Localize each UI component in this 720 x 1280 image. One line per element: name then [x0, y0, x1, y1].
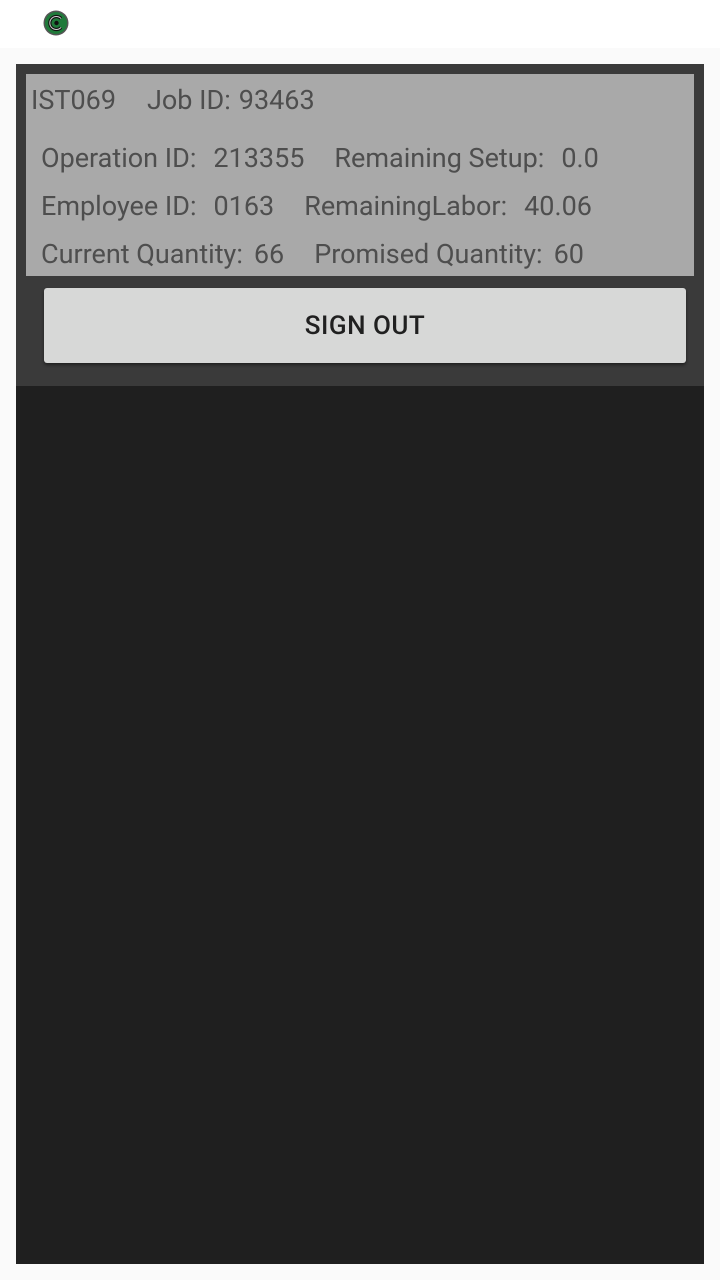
current-quantity-label: Current Quantity: — [41, 238, 243, 270]
operation-row: Operation ID: 213355 Remaining Setup: 0.… — [41, 142, 599, 174]
operation-id-label: Operation ID: — [41, 142, 197, 174]
remaining-setup-value: 0.0 — [561, 142, 599, 174]
job-id-label: Job ID: — [147, 84, 231, 116]
job-header-panel: IST069 Job ID: 93463 Operation ID: 21335… — [16, 64, 704, 386]
machine-id: IST069 — [31, 84, 117, 116]
top-bar — [0, 0, 720, 48]
employee-id-value: 0163 — [213, 190, 275, 222]
main-container: IST069 Job ID: 93463 Operation ID: 21335… — [16, 64, 704, 1264]
promised-quantity-value: 60 — [553, 238, 584, 270]
content-area — [16, 386, 704, 1264]
remaining-labor-label: RemainingLabor: — [304, 190, 508, 222]
sign-out-button[interactable]: SIGN OUT — [44, 288, 686, 363]
machine-job-row: IST069 Job ID: 93463 — [31, 84, 315, 116]
promised-quantity-label: Promised Quantity: — [314, 238, 543, 270]
current-quantity-value: 66 — [253, 238, 285, 270]
remaining-labor-value: 40.06 — [524, 190, 592, 222]
employee-id-label: Employee ID: — [41, 190, 197, 222]
job-info-box: IST069 Job ID: 93463 Operation ID: 21335… — [26, 74, 694, 276]
remaining-setup-label: Remaining Setup: — [334, 142, 545, 174]
quantity-row: Current Quantity: 66 Promised Quantity: … — [41, 238, 584, 270]
operation-id-value: 213355 — [213, 142, 305, 174]
employee-row: Employee ID: 0163 RemainingLabor: 40.06 — [41, 190, 592, 222]
job-id-value: 93463 — [238, 84, 315, 116]
app-logo-icon[interactable] — [43, 10, 69, 36]
